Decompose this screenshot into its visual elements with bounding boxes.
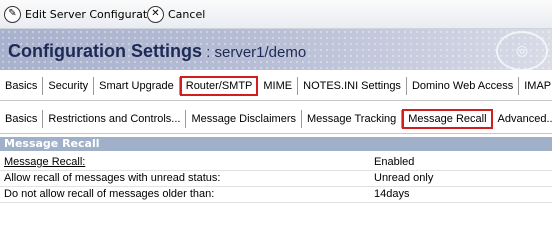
setting-row: Message Recall: Enabled <box>0 156 552 169</box>
subtab-message-tracking[interactable]: Message Tracking <box>302 109 403 128</box>
tab-mime[interactable]: MIME <box>258 76 299 95</box>
close-icon: ✕ <box>147 5 164 23</box>
tab-basics[interactable]: Basics <box>0 76 44 95</box>
tab-notes-ini-settings[interactable]: NOTES.INI Settings <box>298 76 407 95</box>
edit-server-configuration-button[interactable]: ✎ Edit Server Configuration <box>4 4 164 24</box>
page-banner: Configuration Settings : server1/demo ◎ <box>0 29 552 70</box>
edit-label: Edit Server Configuration <box>25 7 164 21</box>
domino-logo-icon: ◎ <box>496 31 548 70</box>
tab-domino-web-access[interactable]: Domino Web Access <box>407 76 520 95</box>
unread-status-label: Allow recall of messages with unread sta… <box>4 172 221 184</box>
subtab-message-recall[interactable]: Message Recall <box>402 108 493 129</box>
section-header: Message Recall <box>0 137 552 151</box>
subtab-restrictions-and-controls[interactable]: Restrictions and Controls... <box>43 109 187 128</box>
cancel-label: Cancel <box>168 7 206 21</box>
recall-age-value: 14days <box>374 188 410 200</box>
subtab-basics[interactable]: Basics <box>0 109 44 128</box>
setting-row: Allow recall of messages with unread sta… <box>0 172 552 185</box>
tab-router-smtp[interactable]: Router/SMTP <box>179 75 259 96</box>
pencil-icon: ✎ <box>4 5 21 23</box>
unread-status-value: Unread only <box>374 172 434 184</box>
secondary-tab-bar: Basics Restrictions and Controls... Messag… <box>0 106 552 131</box>
message-recall-label[interactable]: Message Recall: <box>4 156 85 169</box>
message-recall-value: Enabled <box>374 156 415 168</box>
primary-tab-bar: Basics Security Smart Upgrade Router/SMTP MI… <box>0 73 552 98</box>
subtab-message-disclaimers[interactable]: Message Disclaimers <box>186 109 302 128</box>
subtab-advanced[interactable]: Advanced... <box>493 110 552 128</box>
setting-row: Do not allow recall of messages older th… <box>0 188 552 201</box>
page-title: Configuration Settings : server1/demo <box>8 41 307 61</box>
tab-imap[interactable]: IMAP <box>519 77 552 95</box>
action-toolbar: ✎ Edit Server Configuration ✕ Cancel <box>0 0 552 29</box>
tab-smart-upgrade[interactable]: Smart Upgrade <box>94 76 180 95</box>
server-name: server1/demo <box>214 44 307 61</box>
recall-age-label: Do not allow recall of messages older th… <box>4 188 215 200</box>
cancel-button[interactable]: ✕ Cancel <box>147 4 205 24</box>
tab-security[interactable]: Security <box>43 76 95 95</box>
